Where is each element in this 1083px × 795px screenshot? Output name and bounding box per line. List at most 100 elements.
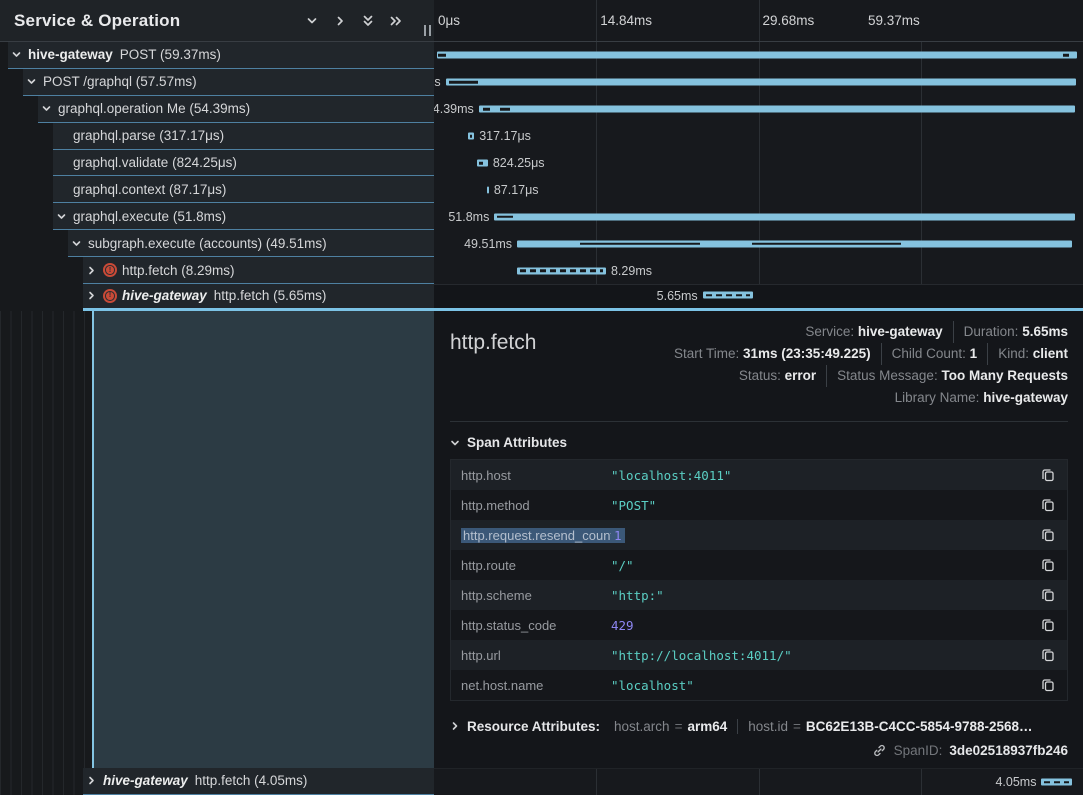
timeline-row[interactable]: 87.17μs (434, 176, 1083, 203)
span-duration-bar[interactable] (517, 267, 606, 274)
attribute-row[interactable]: http.method "POST" (451, 490, 1067, 520)
span-duration-label: 57.57ms (434, 75, 441, 89)
span-attributes-header[interactable]: Span Attributes (450, 435, 1068, 450)
resource-attributes-row[interactable]: Resource Attributes: host.arch=arm64host… (450, 712, 1068, 740)
timeline-row[interactable]: 317.17μs (434, 123, 1083, 150)
span-duration-bar[interactable] (479, 106, 1075, 113)
attribute-key: http.method (461, 498, 611, 513)
copy-icon[interactable] (1037, 524, 1059, 546)
attribute-row[interactable]: http.scheme "http:" (451, 580, 1067, 610)
resource-pairs: host.arch=arm64host.id=BC62E13B-C4CC-585… (604, 719, 1033, 734)
resource-key: host.id (748, 719, 788, 734)
span-duration-label: 4.05ms (995, 775, 1036, 789)
row-expander-chevron-icon[interactable] (84, 265, 98, 276)
span-name-duration: POST /graphql (57.57ms) (43, 74, 197, 89)
double-chevron-right-icon[interactable] (384, 9, 408, 33)
span-duration-bar[interactable] (437, 52, 1077, 59)
copy-icon[interactable] (1037, 614, 1059, 636)
meta-label: Library Name: (895, 390, 980, 405)
attribute-value: "POST" (611, 498, 1037, 513)
tree-row[interactable]: graphql.execute (51.8ms) (0, 203, 434, 230)
meta-label: Start Time: (674, 346, 739, 361)
row-expander-chevron-icon[interactable] (69, 238, 83, 249)
meta-value: Too Many Requests (941, 368, 1068, 383)
tree-row[interactable]: graphql.context (87.17μs) (0, 176, 434, 203)
tree-row[interactable]: graphql.validate (824.25μs) (0, 150, 434, 177)
panel-resize-handle[interactable] (424, 25, 431, 36)
timeline-row[interactable]: 57.57ms (434, 69, 1083, 96)
span-duration-bar[interactable] (487, 186, 489, 193)
row-expander-chevron-icon[interactable] (24, 76, 38, 87)
tree-row[interactable]: subgraph.execute (accounts) (49.51ms) (0, 230, 434, 257)
attribute-key: http.request.resend_count (461, 528, 611, 543)
span-duration-bar[interactable] (446, 79, 1076, 86)
chevron-right-icon[interactable] (328, 9, 352, 33)
tree-row[interactable]: POST /graphql (57.57ms) (0, 69, 434, 96)
link-icon[interactable] (872, 743, 887, 758)
tree-row[interactable]: hive-gateway POST (59.37ms) (0, 42, 434, 69)
timeline-row[interactable]: 59.37ms (434, 42, 1083, 69)
copy-icon[interactable] (1037, 464, 1059, 486)
row-expander-chevron-icon[interactable] (84, 775, 98, 786)
timeline-row[interactable]: 54.39ms (434, 96, 1083, 123)
resource-value: arm64 (687, 719, 727, 734)
ruler-tick: 29.68ms (763, 0, 815, 41)
attribute-row[interactable]: http.url "http://localhost:4011/" (451, 640, 1067, 670)
span-meta: Service: hive-gatewayDuration: 5.65msSta… (664, 321, 1068, 409)
span-duration-label: 824.25μs (493, 156, 545, 170)
copy-icon[interactable] (1037, 584, 1059, 606)
copy-icon[interactable] (1037, 644, 1059, 666)
attribute-row[interactable]: http.route "/" (451, 550, 1067, 580)
span-name-duration: POST (59.37ms) (120, 47, 221, 62)
tree-row[interactable]: ! http.fetch (8.29ms) (0, 257, 434, 284)
tree-row[interactable]: hive-gateway http.fetch (4.05ms) (0, 768, 434, 795)
copy-icon[interactable] (1037, 494, 1059, 516)
copy-icon[interactable] (1037, 674, 1059, 696)
error-icon: ! (103, 289, 117, 303)
attribute-value: "http://localhost:4011/" (611, 648, 1037, 663)
row-expander-chevron-icon[interactable] (9, 49, 23, 60)
timeline-rows: 59.37ms 57.57ms 54.39ms 317.17μs 824.25μ… (434, 42, 1083, 311)
span-name-duration: subgraph.execute (accounts) (49.51ms) (88, 236, 327, 251)
detail-meta-item: Start Time: 31ms (23:35:49.225) (664, 343, 881, 365)
span-name-duration: graphql.validate (824.25μs) (73, 155, 237, 170)
attribute-row[interactable]: http.request.resend_count 1 (451, 520, 1067, 550)
error-icon: ! (103, 263, 117, 277)
attribute-row[interactable]: http.host "localhost:4011" (451, 460, 1067, 490)
detail-meta-item: Duration: 5.65ms (953, 321, 1068, 343)
timeline-row[interactable]: 51.8ms (434, 203, 1083, 230)
span-service-name: hive-gateway (28, 47, 113, 62)
span-id-label: SpanID: (894, 743, 943, 758)
resource-attribute-pair: host.id=BC62E13B-C4CC-5854-9788-2568… (737, 719, 1032, 734)
row-expander-chevron-icon[interactable] (54, 211, 68, 222)
row-expander-chevron-icon[interactable] (54, 130, 68, 141)
timeline-panel: 0μs14.84ms29.68ms44.53ms59.37ms 59.37ms … (434, 0, 1083, 795)
row-expander-chevron-icon[interactable] (54, 157, 68, 168)
timeline-row[interactable]: 5.65ms (434, 284, 1083, 311)
span-service-name: hive-gateway (122, 288, 207, 303)
attribute-key: http.scheme (461, 588, 611, 603)
row-expander-chevron-icon[interactable] (54, 184, 68, 195)
timeline-row[interactable]: 4.05ms (434, 769, 1083, 795)
timeline-row[interactable]: 49.51ms (434, 230, 1083, 257)
tree-row[interactable]: graphql.parse (317.17μs) (0, 123, 434, 150)
tree-row[interactable]: graphql.operation Me (54.39ms) (0, 96, 434, 123)
tree-row[interactable]: ! hive-gateway http.fetch (5.65ms) (0, 284, 434, 311)
attribute-value: "localhost:4011" (611, 468, 1037, 483)
double-chevron-down-icon[interactable] (356, 9, 380, 33)
attribute-key: http.host (461, 468, 611, 483)
tree-rows: hive-gateway POST (59.37ms) POST /graphq… (0, 42, 434, 795)
detail-meta-item: Kind: client (987, 343, 1068, 365)
row-expander-chevron-icon[interactable] (39, 103, 53, 114)
row-expander-chevron-icon[interactable] (84, 290, 98, 301)
chevron-down-icon[interactable] (300, 9, 324, 33)
meta-label: Status Message: (837, 368, 938, 383)
span-duration-bar[interactable] (703, 292, 754, 299)
timeline-row[interactable]: 824.25μs (434, 150, 1083, 177)
timeline-row[interactable]: 8.29ms (434, 257, 1083, 284)
attribute-row[interactable]: net.host.name "localhost" (451, 670, 1067, 700)
span-duration-bar[interactable] (494, 213, 1074, 220)
copy-icon[interactable] (1037, 554, 1059, 576)
attribute-row[interactable]: http.status_code 429 (451, 610, 1067, 640)
span-duration-bar[interactable] (1041, 779, 1072, 786)
